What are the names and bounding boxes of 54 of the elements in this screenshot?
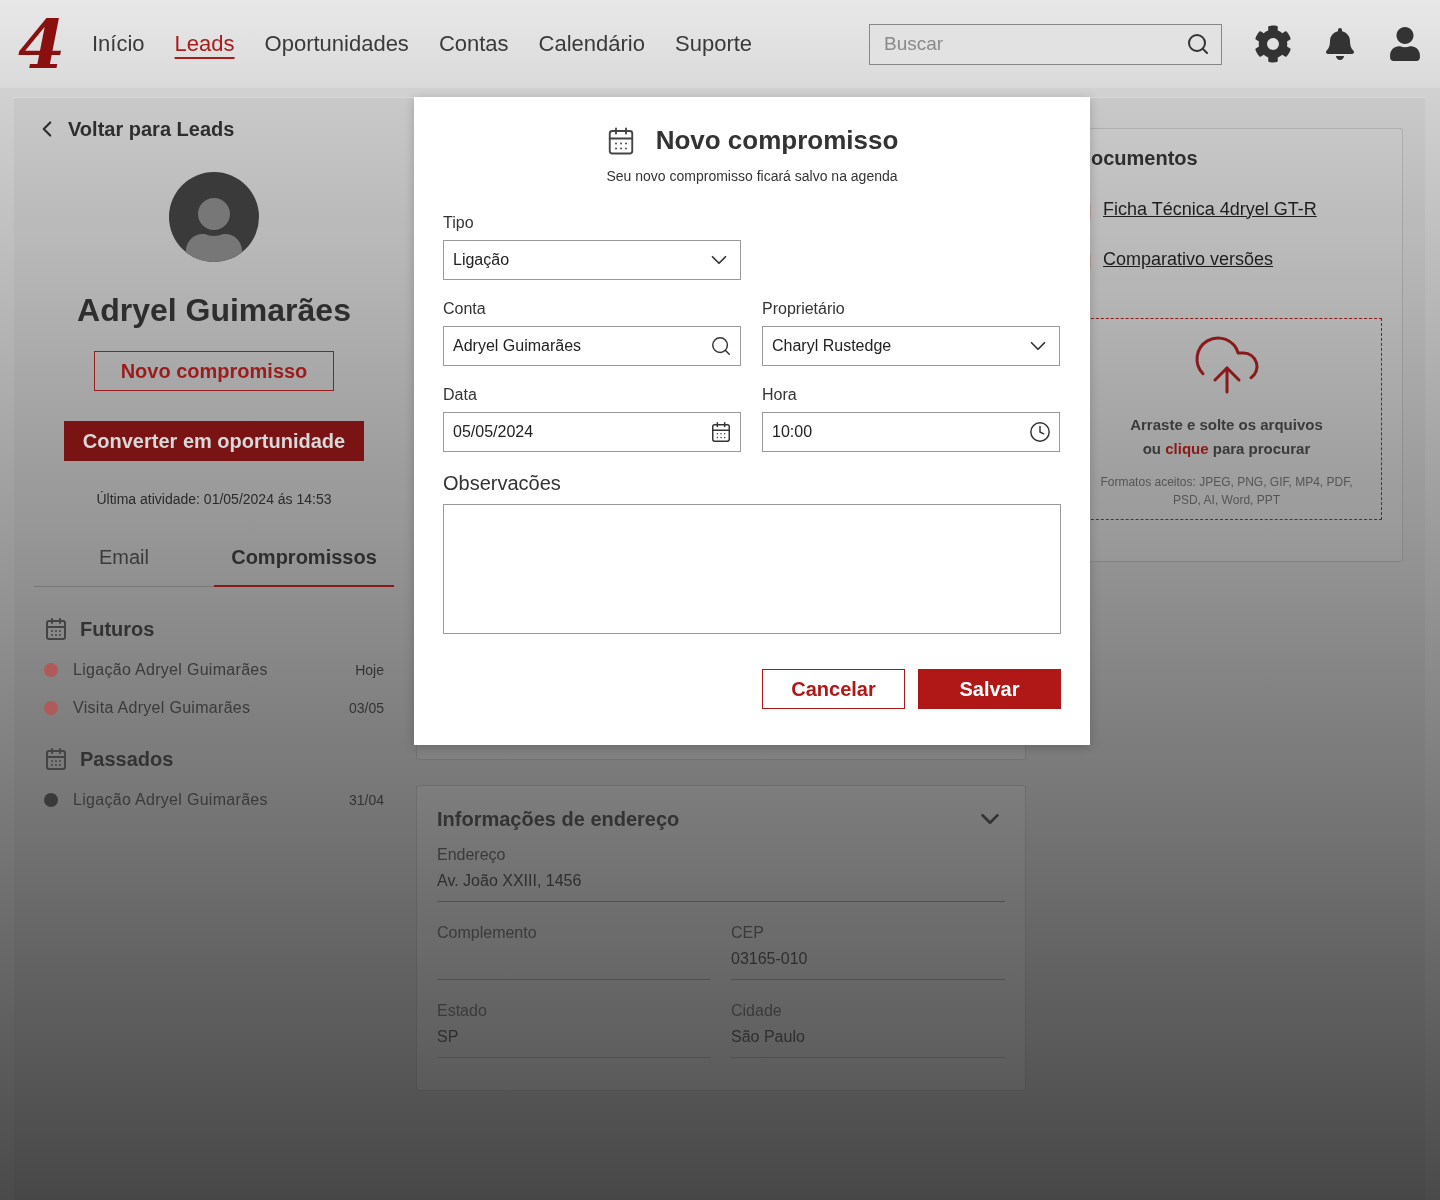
notes-field[interactable]: [443, 504, 1061, 634]
calendar-icon: [44, 747, 68, 771]
appointment-date: Hoje: [355, 662, 384, 678]
browse-link[interactable]: clique: [1165, 440, 1209, 457]
dropdown[interactable]: Ligação: [443, 240, 741, 280]
field-label: Hora: [762, 386, 798, 404]
file-link[interactable]: Comparativo versões: [1103, 248, 1274, 270]
input-field[interactable]: 05/05/2024: [443, 412, 741, 452]
dialog-title: Novo compromisso: [655, 125, 899, 156]
input-field[interactable]: 10:00: [762, 412, 1060, 452]
field-value: 03165-010: [731, 950, 809, 968]
field-label: Proprietário: [762, 300, 846, 318]
lead-name: Adryel Guimarães: [76, 292, 352, 329]
file-link[interactable]: Ficha Técnica 4dryel GT-R: [1103, 198, 1317, 220]
last-activity: Última atividade: 01/05/2024 ás 14:53: [95, 491, 333, 507]
field-value: Av. João XXIII, 1456: [437, 872, 583, 890]
nav-link[interactable]: Contas: [438, 31, 509, 57]
field-label: Tipo: [443, 214, 475, 232]
field-label: Data: [443, 386, 478, 404]
tab[interactable]: Compromissos: [214, 529, 394, 587]
search-icon: [1186, 31, 1210, 56]
save-button[interactable]: Salvar: [918, 669, 1061, 709]
nav-link[interactable]: Suporte: [675, 31, 753, 57]
dropdown[interactable]: Charyl Rustedge: [762, 326, 1060, 366]
back-link[interactable]: Voltar para Leads: [34, 116, 394, 142]
input-field[interactable]: Adryel Guimarães: [443, 326, 741, 366]
appointment-date: 31/04: [348, 792, 384, 808]
cancel-button[interactable]: Cancelar: [762, 669, 905, 709]
nav-link[interactable]: Início: [92, 31, 145, 57]
settings-button[interactable]: [1254, 25, 1292, 63]
group-title: Passados: [80, 747, 174, 771]
nav-link[interactable]: Oportunidades: [264, 31, 409, 57]
calendar-icon: [44, 617, 68, 641]
section-title: ocumentos: [1091, 147, 1199, 170]
convert-button[interactable]: Converter em oportunidade: [64, 421, 364, 461]
field-label: Endereço: [437, 846, 507, 864]
search-field[interactable]: Buscar: [869, 23, 1222, 65]
bell-button[interactable]: [1324, 28, 1356, 60]
tab[interactable]: Email: [34, 529, 214, 587]
section-title: Informações de endereço: [437, 807, 680, 831]
calendar-icon: [710, 421, 732, 443]
field-label: Conta: [443, 300, 487, 318]
nav-link[interactable]: Leads: [174, 31, 235, 57]
appointment-date: 03/05: [348, 700, 384, 716]
user-button[interactable]: [1388, 27, 1422, 61]
nav-link[interactable]: Calendário: [538, 31, 645, 57]
accepted-formats: Formatos aceitos: JPEG, PNG, GIF, MP4, PDF, PSD, AI, Word, PPT: [1099, 474, 1354, 509]
field-label: Observacões: [443, 472, 562, 495]
search-icon: [710, 335, 732, 357]
upload-prompt: Arraste e solte os arquivos ou clique para procurar: [1130, 415, 1323, 459]
group-title: Futuros: [80, 617, 155, 641]
clock-icon: [1029, 421, 1051, 443]
logo[interactable]: 4: [18, 10, 74, 78]
dialog-subtitle: Seu novo compromisso ficará salvo na agenda: [605, 168, 899, 184]
